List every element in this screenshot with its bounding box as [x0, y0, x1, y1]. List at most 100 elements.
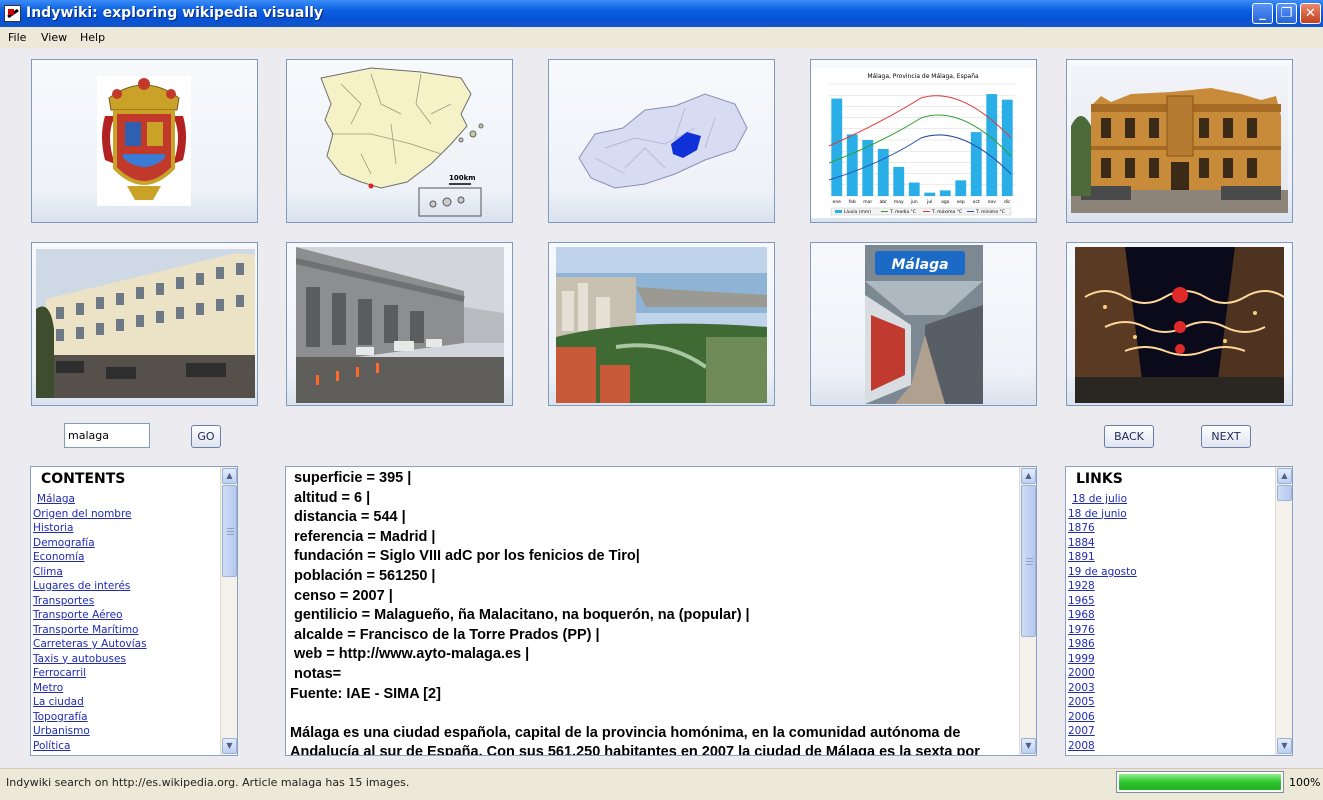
article-line: Málaga es una ciudad española, capital d…	[290, 724, 961, 741]
links-item-link[interactable]: 2003	[1068, 681, 1137, 696]
links-item-link[interactable]: 2007	[1068, 724, 1137, 739]
article-line: fundación = Siglo VIII adC por los fenic…	[294, 548, 640, 565]
contents-title: CONTENTS	[41, 471, 126, 487]
image-thumbnail-aerial-view[interactable]	[548, 242, 775, 406]
menu-help[interactable]: Help	[80, 31, 105, 44]
contents-panel: CONTENTS Málaga Origen del nombre Historia…	[30, 466, 238, 756]
contents-item-link[interactable]: Economía	[33, 550, 147, 565]
contents-item-link[interactable]: Taxis y autobuses	[33, 652, 147, 667]
image-thumbnail-coat-of-arms[interactable]	[31, 59, 258, 223]
contents-item-link[interactable]: Origen del nombre	[33, 507, 147, 522]
scroll-up-arrow-icon[interactable]: ▲	[222, 468, 237, 484]
province-map-image	[578, 93, 748, 189]
progress-bar	[1116, 771, 1284, 793]
links-item-link[interactable]: 1884	[1068, 536, 1137, 551]
contents-item-link[interactable]: Carreteras y Autovías	[33, 637, 147, 652]
contents-item-link[interactable]: Historia	[33, 521, 147, 536]
article-line: Fuente: IAE - SIMA [2]	[290, 685, 441, 702]
image-thumbnail-spain-map[interactable]: 100km	[286, 59, 513, 223]
links-item-link[interactable]: 1999	[1068, 652, 1137, 667]
climate-bar	[877, 148, 889, 196]
climate-month-label: oct	[973, 199, 980, 205]
links-item-link[interactable]: 2006	[1068, 710, 1137, 725]
scrollbar-thumb[interactable]	[1021, 485, 1036, 637]
contents-item-link[interactable]: Metro	[33, 681, 147, 696]
contents-item-link[interactable]: Málaga	[33, 492, 147, 507]
search-input[interactable]	[64, 423, 150, 448]
climate-bar	[831, 98, 843, 196]
contents-item-link[interactable]: Lugares de interés	[33, 579, 147, 594]
image-thumbnail-palace[interactable]	[1066, 59, 1293, 223]
article-line: notas=	[294, 665, 342, 682]
contents-item-link[interactable]: La ciudad	[33, 695, 147, 710]
links-item-link[interactable]: 1891	[1068, 550, 1137, 565]
climate-chart-image: Málaga, Provincia de Málaga, España ene f…	[811, 68, 1036, 218]
contents-item-link[interactable]: Política	[33, 739, 147, 754]
contents-item-link[interactable]: Ferrocarril	[33, 666, 147, 681]
menu-file[interactable]: File	[8, 31, 26, 44]
image-thumbnail-climate-chart[interactable]: Málaga, Provincia de Málaga, España ene f…	[810, 59, 1037, 223]
scroll-down-arrow-icon[interactable]: ▼	[1021, 738, 1036, 754]
contents-item-link[interactable]: Transporte Aéreo	[33, 608, 147, 623]
links-item-link[interactable]: 1986	[1068, 637, 1137, 652]
minimize-button[interactable]: _	[1252, 3, 1273, 24]
contents-item-link[interactable]: Urbanismo	[33, 724, 147, 739]
links-item-link[interactable]: 1876	[1068, 521, 1137, 536]
scroll-down-arrow-icon[interactable]: ▼	[1277, 738, 1292, 754]
contents-item-link[interactable]: Transportes	[33, 594, 147, 609]
links-item-link[interactable]: 18 de junio	[1068, 507, 1137, 522]
links-item-link[interactable]: 2005	[1068, 695, 1137, 710]
scrollbar-thumb[interactable]	[222, 485, 237, 577]
article-line: gentilicio = Malagueño, ña Malacitano, n…	[294, 607, 750, 624]
next-button[interactable]: NEXT	[1201, 425, 1251, 448]
scroll-up-arrow-icon[interactable]: ▲	[1277, 468, 1292, 484]
climate-month-label: abr	[880, 199, 888, 205]
app-icon	[4, 5, 21, 22]
title-bar: Indywiki: exploring wikipedia visually _…	[0, 0, 1323, 27]
main-area: 100km Málaga, Provincia de Málaga, Españ…	[0, 48, 1323, 768]
image-thumbnail-plaza[interactable]	[31, 242, 258, 406]
menu-bar: File View Help	[0, 27, 1323, 48]
links-item-link[interactable]: 2008	[1068, 739, 1137, 754]
contents-item-link[interactable]: Transporte Marítimo	[33, 623, 147, 638]
links-item-link[interactable]: 19 de agosto	[1068, 565, 1137, 580]
links-scrollbar[interactable]: ▲ ▼	[1275, 467, 1292, 755]
climate-month-label: feb	[849, 199, 856, 205]
climate-month-label: mar	[863, 199, 872, 205]
image-thumbnail-province-map[interactable]	[548, 59, 775, 223]
svg-text:T. máxima °C: T. máxima °C	[931, 208, 962, 215]
progress-fill	[1119, 774, 1281, 790]
links-item-link[interactable]: 2000	[1068, 666, 1137, 681]
article-line: censo = 2007 |	[294, 587, 393, 604]
maximize-button[interactable]: ❐	[1276, 3, 1297, 24]
image-thumbnail-train-station[interactable]: Málaga	[810, 242, 1037, 406]
palace-photo	[1071, 66, 1288, 213]
scroll-up-arrow-icon[interactable]: ▲	[1021, 468, 1036, 484]
close-button[interactable]: ✕	[1300, 3, 1321, 24]
scrollbar-thumb[interactable]	[1277, 485, 1292, 501]
contents-list: Málaga Origen del nombre Historia Demografí…	[33, 492, 147, 753]
article-line	[290, 704, 1020, 724]
airport-photo	[296, 247, 504, 403]
contents-item-link[interactable]: Clima	[33, 565, 147, 580]
contents-item-link[interactable]: Topografía	[33, 710, 147, 725]
image-thumbnail-airport[interactable]	[286, 242, 513, 406]
links-item-link[interactable]: 1968	[1068, 608, 1137, 623]
menu-view[interactable]: View	[41, 31, 67, 44]
scroll-down-arrow-icon[interactable]: ▼	[222, 738, 237, 754]
article-panel[interactable]: superficie = 395 | altitud = 6 | distancia…	[285, 466, 1037, 756]
go-button[interactable]: GO	[191, 425, 221, 448]
climate-month-label: may	[894, 200, 904, 205]
svg-text:Lluvia (mm): Lluvia (mm)	[844, 209, 871, 215]
links-item-link[interactable]: 18 de julio	[1068, 492, 1137, 507]
contents-item-link[interactable]: Demografía	[33, 536, 147, 551]
article-line: superficie = 395 |	[294, 470, 412, 486]
contents-scrollbar[interactable]: ▲ ▼	[220, 467, 237, 755]
progress-label: 100%	[1289, 776, 1321, 789]
links-item-link[interactable]: 1976	[1068, 623, 1137, 638]
image-thumbnail-christmas-street[interactable]	[1066, 242, 1293, 406]
article-scrollbar[interactable]: ▲ ▼	[1019, 467, 1036, 755]
links-item-link[interactable]: 1928	[1068, 579, 1137, 594]
links-item-link[interactable]: 1965	[1068, 594, 1137, 609]
back-button[interactable]: BACK	[1104, 425, 1154, 448]
